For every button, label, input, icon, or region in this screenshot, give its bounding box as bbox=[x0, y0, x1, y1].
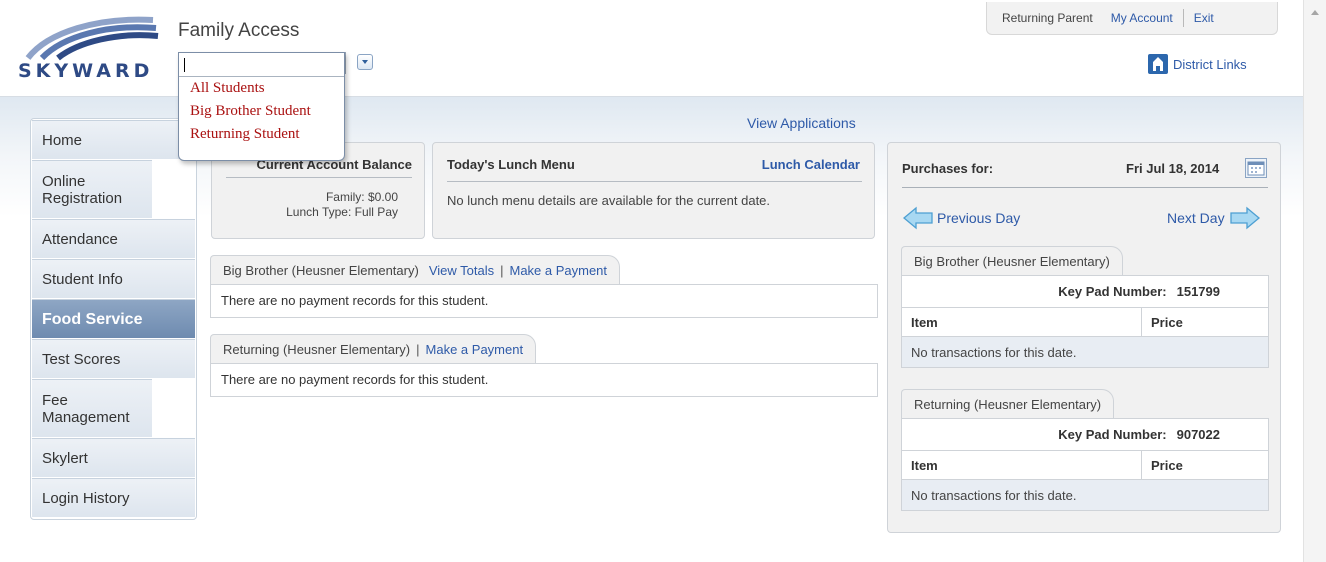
sidebar-item-student-info[interactable]: Student Info bbox=[32, 259, 195, 299]
nav-divider bbox=[1182, 9, 1184, 27]
family-balance-row: Family: $0.00 bbox=[212, 190, 398, 204]
vertical-scrollbar[interactable] bbox=[1303, 0, 1326, 562]
skyward-logo: SKYWARD bbox=[18, 12, 168, 82]
top-nav: Returning Parent My Account Exit bbox=[986, 2, 1278, 35]
sidebar-item-fee-management[interactable]: Fee Management bbox=[32, 379, 152, 438]
sidebar-item-home[interactable]: Home bbox=[32, 120, 195, 160]
keypad-row: Key Pad Number: 907022 bbox=[902, 419, 1268, 451]
purchases-title: Purchases for: bbox=[902, 161, 994, 176]
payment-records-big-brother: There are no payment records for this st… bbox=[210, 284, 878, 318]
school-building-icon bbox=[1148, 54, 1168, 74]
purchases-panel: Purchases for: Fri Jul 18, 2014 Previous… bbox=[887, 142, 1281, 533]
sidebar-item-online-registration[interactable]: Online Registration bbox=[32, 160, 152, 219]
current-user: Returning Parent bbox=[1002, 11, 1093, 25]
payment-tab-big-brother: Big Brother (Heusner Elementary) View To… bbox=[210, 255, 621, 284]
purchase-table: Key Pad Number: 151799 Item Price No tra… bbox=[901, 275, 1269, 368]
link-separator: | bbox=[416, 341, 420, 357]
lunch-menu-title: Today's Lunch Menu bbox=[447, 157, 575, 172]
family-value: $0.00 bbox=[367, 190, 398, 204]
table-header: Item Price bbox=[902, 308, 1268, 337]
chevron-down-icon[interactable] bbox=[357, 54, 373, 70]
arrow-right-icon bbox=[1229, 206, 1260, 230]
dropdown-option-returning[interactable]: Returning Student bbox=[179, 123, 344, 146]
make-payment-link[interactable]: Make a Payment bbox=[426, 342, 524, 357]
keypad-value: 151799 bbox=[1176, 284, 1220, 299]
logo-text: SKYWARD bbox=[18, 60, 154, 82]
district-links[interactable]: District Links bbox=[1148, 54, 1247, 74]
divider bbox=[447, 181, 862, 182]
scroll-up-icon[interactable] bbox=[1311, 10, 1319, 15]
keypad-label: Key Pad Number: bbox=[1058, 284, 1167, 299]
family-label: Family: bbox=[325, 190, 365, 204]
lunch-menu-panel: Today's Lunch Menu Lunch Calendar No lun… bbox=[432, 142, 875, 239]
lunch-menu-message: No lunch menu details are available for … bbox=[447, 193, 771, 208]
exit-link[interactable]: Exit bbox=[1194, 11, 1214, 25]
sidebar-item-login-history[interactable]: Login History bbox=[32, 478, 195, 518]
view-applications-link[interactable]: View Applications bbox=[747, 115, 856, 131]
student-select-input[interactable] bbox=[179, 53, 344, 77]
previous-day-button[interactable]: Previous Day bbox=[902, 206, 1020, 230]
dropdown-option-all-students[interactable]: All Students bbox=[179, 77, 344, 100]
link-separator: | bbox=[500, 262, 504, 278]
keypad-value: 907022 bbox=[1176, 427, 1220, 442]
purchase-table: Key Pad Number: 907022 Item Price No tra… bbox=[901, 418, 1269, 511]
lunch-type-row: Lunch Type: Full Pay bbox=[212, 205, 398, 219]
keypad-row: Key Pad Number: 151799 bbox=[902, 276, 1268, 308]
purchases-date: Fri Jul 18, 2014 bbox=[1126, 161, 1220, 176]
previous-day-label: Previous Day bbox=[937, 210, 1021, 226]
student-dropdown[interactable]: All Students Big Brother Student Returni… bbox=[178, 52, 345, 161]
district-links-label: District Links bbox=[1173, 56, 1247, 72]
keypad-label: Key Pad Number: bbox=[1058, 427, 1167, 442]
purchase-student-tab: Big Brother (Heusner Elementary) bbox=[901, 246, 1123, 275]
sidebar: Home Online Registration Attendance Stud… bbox=[30, 118, 197, 520]
payment-records-returning: There are no payment records for this st… bbox=[210, 363, 878, 397]
make-payment-link[interactable]: Make a Payment bbox=[509, 263, 607, 278]
app-title: Family Access bbox=[178, 20, 300, 41]
empty-transactions: No transactions for this date. bbox=[902, 480, 1268, 510]
next-day-label: Next Day bbox=[1167, 210, 1225, 226]
lunch-type-value: Full Pay bbox=[354, 205, 398, 219]
next-day-button[interactable]: Next Day bbox=[1167, 206, 1261, 230]
payment-student-name: Big Brother (Heusner Elementary) bbox=[223, 262, 419, 278]
column-header-item: Item bbox=[902, 308, 1142, 336]
lunch-calendar-link[interactable]: Lunch Calendar bbox=[762, 157, 860, 172]
logo-swoosh-icon bbox=[25, 16, 159, 61]
sidebar-item-food-service[interactable]: Food Service bbox=[32, 299, 195, 339]
view-totals-link[interactable]: View Totals bbox=[429, 263, 494, 278]
table-header: Item Price bbox=[902, 451, 1268, 480]
text-cursor bbox=[184, 58, 185, 72]
empty-transactions: No transactions for this date. bbox=[902, 337, 1268, 367]
column-header-price: Price bbox=[1151, 314, 1183, 330]
payment-tab-returning: Returning (Heusner Elementary) | Make a … bbox=[210, 334, 537, 363]
my-account-link[interactable]: My Account bbox=[1111, 11, 1173, 25]
sidebar-item-skylert[interactable]: Skylert bbox=[32, 438, 195, 478]
sidebar-item-attendance[interactable]: Attendance bbox=[32, 219, 195, 259]
dropdown-option-big-brother[interactable]: Big Brother Student bbox=[179, 100, 344, 123]
calendar-icon[interactable] bbox=[1245, 158, 1267, 178]
divider bbox=[902, 187, 1268, 188]
sidebar-item-test-scores[interactable]: Test Scores bbox=[32, 339, 195, 379]
payment-student-name: Returning (Heusner Elementary) bbox=[223, 341, 411, 357]
column-header-price: Price bbox=[1151, 457, 1183, 473]
lunch-type-label: Lunch Type: bbox=[286, 205, 352, 219]
purchase-student-tab: Returning (Heusner Elementary) bbox=[901, 389, 1115, 418]
column-header-item: Item bbox=[902, 451, 1142, 479]
arrow-left-icon bbox=[902, 206, 933, 230]
